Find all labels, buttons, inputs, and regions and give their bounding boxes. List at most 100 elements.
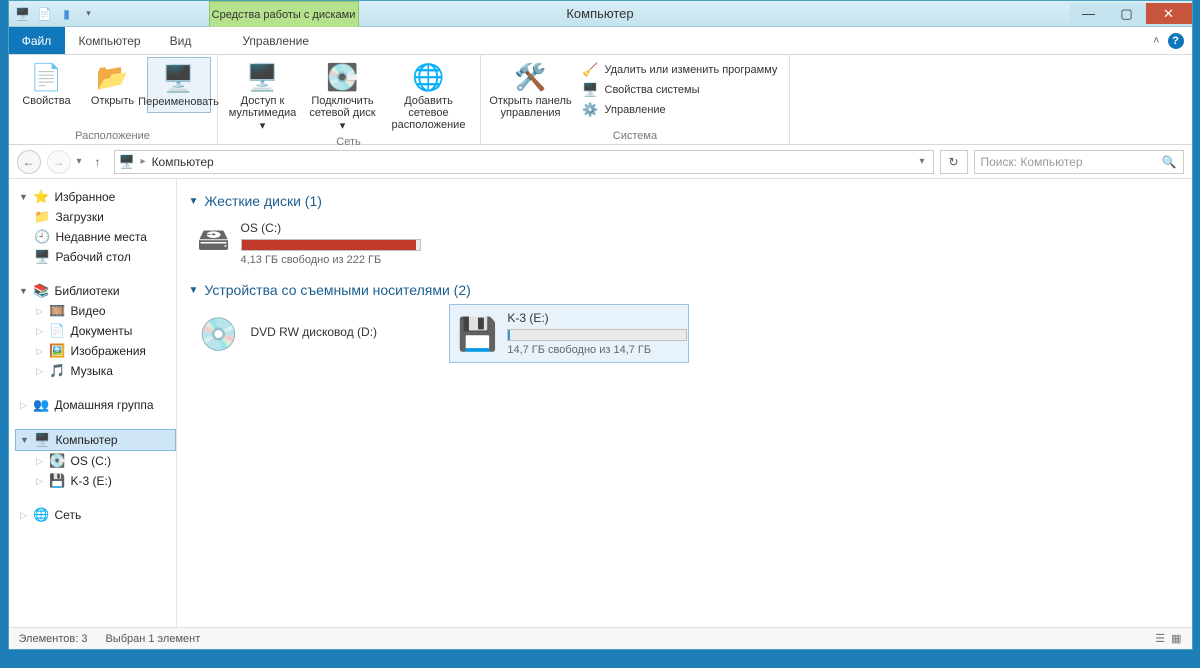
- quick-access-toolbar: 🖥️ 📄 ▮ ▾: [9, 6, 103, 22]
- drive-os-c-name: OS (C:): [241, 221, 421, 235]
- expander-icon[interactable]: ▷: [35, 366, 45, 377]
- search-input[interactable]: Поиск: Компьютер 🔍: [974, 150, 1184, 174]
- documents-icon: 📄: [50, 323, 66, 339]
- tree-computer[interactable]: ▼ 🖥️ Компьютер: [15, 429, 176, 451]
- map-drive-button[interactable]: 💽 Подключить сетевой диск ▾: [304, 57, 382, 136]
- add-network-location-button[interactable]: 🌐 Добавить сетевое расположение: [384, 57, 474, 135]
- history-dropdown-icon[interactable]: ▾: [77, 156, 82, 167]
- tree-k3-e[interactable]: ▷ 💾 K-3 (E:): [15, 471, 176, 491]
- tree-network[interactable]: ▷ 🌐 Сеть: [15, 505, 176, 525]
- rename-icon: 🖥️: [163, 62, 195, 94]
- drive-os-c[interactable]: 🖴 OS (C:) 4,13 ГБ свободно из 222 ГБ: [189, 215, 429, 272]
- up-button[interactable]: ↑: [88, 152, 108, 172]
- tree-pictures[interactable]: ▷ 🖼️ Изображения: [15, 341, 176, 361]
- breadcrumb-computer[interactable]: Компьютер: [152, 155, 214, 169]
- new-folder-icon[interactable]: 📄: [37, 6, 53, 22]
- group-hard-disks[interactable]: ▼ Жесткие диски (1): [189, 193, 1180, 209]
- desktop-icon: 🖥️: [35, 249, 51, 265]
- tab-computer[interactable]: Компьютер: [65, 27, 156, 54]
- sd-card-icon: 💾: [50, 473, 66, 489]
- drive-icon: 💽: [50, 453, 66, 469]
- refresh-button[interactable]: ↻: [940, 150, 968, 174]
- view-large-icons-icon[interactable]: ▦: [1171, 632, 1181, 645]
- help-icon[interactable]: ?: [1168, 33, 1184, 49]
- media-access-button[interactable]: 🖥️ Доступ к мультимедиа ▾: [224, 57, 302, 136]
- tree-os-c[interactable]: ▷ 💽 OS (C:): [15, 451, 176, 471]
- tree-video-label: Видео: [71, 304, 106, 318]
- expander-icon[interactable]: ▷: [19, 510, 29, 521]
- tab-file[interactable]: Файл: [9, 27, 65, 54]
- pictures-icon: 🖼️: [50, 343, 66, 359]
- ribbon-tabs: Файл Компьютер Вид Управление ˄ ?: [9, 27, 1192, 55]
- tree-recent[interactable]: 🕘 Недавние места: [15, 227, 176, 247]
- drive-k3-e-bar: [507, 329, 687, 341]
- tree-music-label: Музыка: [71, 364, 113, 378]
- group-removable[interactable]: ▼ Устройства со съемными носителями (2): [189, 282, 1180, 298]
- maximize-button[interactable]: ▢: [1108, 3, 1146, 24]
- minimize-button[interactable]: —: [1070, 3, 1108, 24]
- tree-libraries-label: Библиотеки: [55, 284, 120, 298]
- tree-favorites[interactable]: ▼ ⭐ Избранное: [15, 187, 176, 207]
- drive-dvd[interactable]: 💿 DVD RW дисковод (D:): [189, 304, 429, 363]
- tree-desktop[interactable]: 🖥️ Рабочий стол: [15, 247, 176, 267]
- expander-icon[interactable]: ▼: [19, 286, 29, 296]
- tab-manage[interactable]: Управление: [228, 27, 324, 54]
- tree-music[interactable]: ▷ 🎵 Музыка: [15, 361, 176, 381]
- expander-icon[interactable]: ▷: [35, 476, 45, 487]
- tree-libraries[interactable]: ▼ 📚 Библиотеки: [15, 281, 176, 301]
- back-button[interactable]: ←: [17, 150, 41, 174]
- drive-k3-e[interactable]: 💾 K-3 (E:) 14,7 ГБ свободно из 14,7 ГБ: [449, 304, 689, 363]
- tree-documents[interactable]: ▷ 📄 Документы: [15, 321, 176, 341]
- window-buttons: — ▢ ✕: [1070, 3, 1192, 24]
- add-network-location-label: Добавить сетевое расположение: [386, 95, 472, 131]
- open-control-panel-label: Открыть панель управления: [489, 95, 573, 119]
- forward-button[interactable]: →: [47, 150, 71, 174]
- titlebar: 🖥️ 📄 ▮ ▾ Средства работы с дисками Компь…: [9, 1, 1192, 27]
- video-icon: 🎞️: [50, 303, 66, 319]
- sd-card-icon: 💾: [458, 312, 498, 356]
- group-removable-label: Устройства со съемными носителями (2): [204, 282, 470, 298]
- body: ▼ ⭐ Избранное 📁 Загрузки 🕘 Недавние мест…: [9, 179, 1192, 627]
- network-icon: 🌐: [34, 507, 50, 523]
- uninstall-program-button[interactable]: 🧹 Удалить или изменить программу: [581, 61, 780, 79]
- qat-dropdown-icon[interactable]: ▾: [81, 6, 97, 22]
- tree-desktop-label: Рабочий стол: [56, 250, 131, 264]
- contextual-tab-drive-tools[interactable]: Средства работы с дисками: [209, 1, 359, 27]
- system-properties-button[interactable]: 🖥️ Свойства системы: [581, 81, 780, 99]
- address-dropdown-icon[interactable]: ▾: [919, 156, 924, 167]
- tree-homegroup[interactable]: ▷ 👥 Домашняя группа: [15, 395, 176, 415]
- tree-video[interactable]: ▷ 🎞️ Видео: [15, 301, 176, 321]
- expander-icon[interactable]: ▼: [20, 435, 30, 445]
- music-icon: 🎵: [50, 363, 66, 379]
- drive-k3-e-status: 14,7 ГБ свободно из 14,7 ГБ: [507, 344, 687, 356]
- address-bar[interactable]: 🖥️ ▸ Компьютер ▾: [114, 150, 934, 174]
- collapse-ribbon-icon[interactable]: ˄: [1153, 35, 1159, 47]
- expander-icon[interactable]: ▼: [19, 192, 29, 202]
- open-button[interactable]: 📂 Открыть: [81, 57, 145, 111]
- group-hard-disks-label: Жесткие диски (1): [204, 193, 322, 209]
- view-details-icon[interactable]: ☰: [1155, 632, 1165, 645]
- manage-icon: ⚙️: [583, 102, 599, 118]
- tree-downloads[interactable]: 📁 Загрузки: [15, 207, 176, 227]
- expander-icon[interactable]: ▷: [35, 306, 45, 317]
- rename-button[interactable]: 🖥️ Переименовать: [147, 57, 211, 113]
- ribbon-group-network: 🖥️ Доступ к мультимедиа ▾ 💽 Подключить с…: [218, 55, 481, 144]
- expander-icon[interactable]: ▷: [35, 346, 45, 357]
- media-access-label: Доступ к мультимедиа ▾: [226, 95, 300, 132]
- properties-button[interactable]: 📄 Свойства: [15, 57, 79, 111]
- expander-icon[interactable]: ▷: [35, 326, 45, 337]
- navigation-tree: ▼ ⭐ Избранное 📁 Загрузки 🕘 Недавние мест…: [9, 179, 177, 627]
- open-control-panel-button[interactable]: 🛠️ Открыть панель управления: [487, 57, 575, 123]
- tree-recent-label: Недавние места: [56, 230, 147, 244]
- close-button[interactable]: ✕: [1146, 3, 1192, 24]
- expander-icon[interactable]: ▷: [19, 400, 29, 411]
- map-drive-icon: 💽: [327, 61, 359, 93]
- folder-icon[interactable]: ▮: [59, 6, 75, 22]
- ribbon-group-location: 📄 Свойства 📂 Открыть 🖥️ Переименовать Ра…: [9, 55, 218, 144]
- tree-favorites-label: Избранное: [55, 190, 116, 204]
- manage-label: Управление: [605, 104, 666, 116]
- manage-button[interactable]: ⚙️ Управление: [581, 101, 780, 119]
- expander-icon[interactable]: ▷: [35, 456, 45, 467]
- tab-view[interactable]: Вид: [156, 27, 207, 54]
- computer-icon[interactable]: 🖥️: [15, 6, 31, 22]
